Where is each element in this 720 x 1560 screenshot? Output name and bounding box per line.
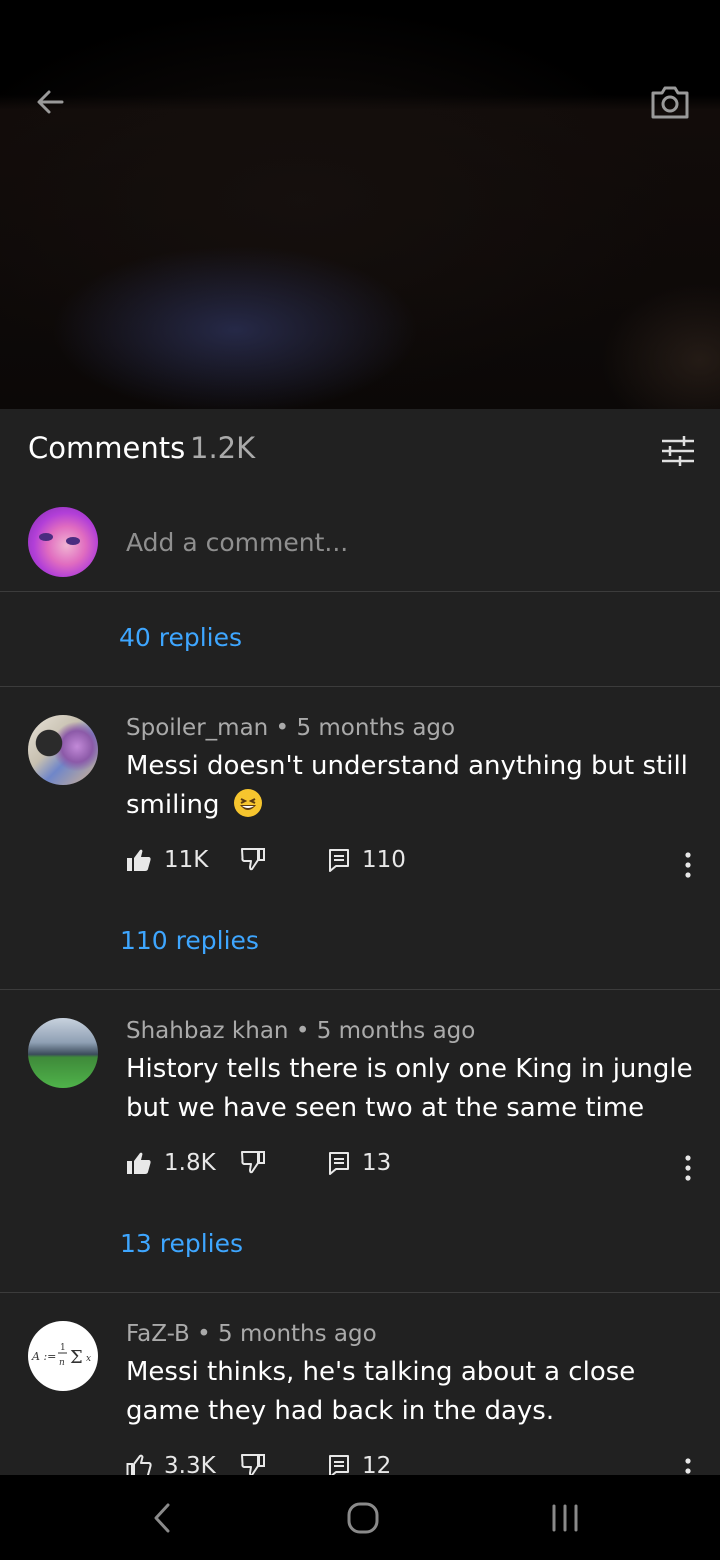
comments-header: Comments 1.2K — [0, 409, 720, 491]
reply-count: 12 — [362, 1453, 392, 1475]
meta-separator: • — [197, 1321, 211, 1347]
like-count: 1.8K — [164, 1150, 216, 1176]
comment-body: Messi doesn't understand anything but st… — [126, 751, 688, 820]
comment-text: Messi doesn't understand anything but st… — [126, 747, 696, 825]
reply-button[interactable]: 110 — [328, 847, 406, 873]
divider — [0, 989, 720, 990]
comment-meta: Shahbaz khan • 5 months ago — [126, 1018, 475, 1044]
comment-time: 5 months ago — [296, 715, 456, 741]
like-button[interactable]: 1.8K — [126, 1150, 216, 1176]
comment-meta: Spoiler_man • 5 months ago — [126, 715, 455, 741]
like-button[interactable]: 11K — [126, 847, 208, 873]
comment-item: Spoiler_man • 5 months ago Messi doesn't… — [0, 715, 720, 965]
svg-text:n: n — [59, 1358, 65, 1368]
author-name[interactable]: Shahbaz khan — [126, 1018, 289, 1044]
nav-home-icon — [347, 1502, 379, 1534]
comment-actions: 1.8K 13 — [0, 1150, 720, 1190]
more-vertical-icon — [685, 1458, 691, 1474]
meta-separator: • — [275, 715, 290, 741]
nav-home-button[interactable] — [338, 1493, 388, 1543]
author-name[interactable]: Spoiler_man — [126, 715, 268, 741]
arrow-back-icon — [37, 90, 64, 114]
comment-actions: 3.3K 12 — [0, 1453, 720, 1475]
nav-recents-icon — [552, 1504, 578, 1532]
author-avatar — [28, 1018, 98, 1088]
comment-time: 5 months ago — [316, 1018, 476, 1044]
svg-text:1: 1 — [60, 1343, 66, 1353]
view-replies-link[interactable]: 13 replies — [120, 1229, 243, 1258]
comment-text: History tells there is only one King in … — [126, 1054, 693, 1123]
more-vertical-icon — [685, 1155, 691, 1181]
nav-recents-button[interactable] — [540, 1493, 590, 1543]
filter-sliders-icon — [662, 436, 694, 466]
comment-icon — [329, 1455, 349, 1475]
svg-text:x: x — [86, 1354, 91, 1364]
dislike-button[interactable] — [240, 1453, 266, 1475]
grinning-squinting-face-icon — [233, 789, 262, 817]
reply-button[interactable]: 12 — [328, 1453, 391, 1475]
divider — [0, 1292, 720, 1293]
like-button[interactable]: 3.3K — [126, 1453, 216, 1475]
sort-filter-button[interactable] — [654, 427, 702, 475]
thumb-down-icon — [241, 1454, 265, 1475]
dislike-button[interactable] — [240, 1150, 266, 1174]
comment-actions: 11K 110 — [0, 847, 720, 887]
comment-meta: FaZ-B • 5 months ago — [126, 1321, 377, 1347]
thumb-down-icon — [241, 848, 265, 871]
thumb-up-icon — [126, 1454, 152, 1475]
comment-icon — [329, 849, 349, 872]
dislike-button[interactable] — [240, 847, 266, 871]
add-comment-row — [0, 491, 720, 592]
author-avatar — [28, 715, 98, 785]
thumb-down-icon — [241, 1151, 265, 1174]
view-replies-link[interactable]: 40 replies — [119, 623, 242, 652]
author-name[interactable]: FaZ-B — [126, 1321, 190, 1347]
comment-item: Shahbaz khan • 5 months ago History tell… — [0, 1018, 720, 1268]
system-navigation-bar — [0, 1475, 720, 1560]
more-vertical-icon — [685, 852, 691, 878]
comment-menu-button[interactable] — [668, 841, 708, 889]
nav-back-button[interactable] — [137, 1493, 187, 1543]
comment-text: Messi thinks, he's talking about a close… — [126, 1357, 636, 1426]
back-button[interactable] — [26, 78, 74, 126]
user-avatar — [28, 507, 98, 577]
comment-icon — [329, 1152, 349, 1175]
reply-count: 110 — [362, 847, 406, 873]
add-comment-input[interactable] — [110, 519, 670, 565]
view-replies-link[interactable]: 110 replies — [120, 926, 259, 955]
camera-icon — [651, 86, 689, 119]
author-avatar: A := 1 n Σ x — [28, 1321, 98, 1391]
reply-count: 13 — [362, 1150, 392, 1176]
svg-text:A :=: A := — [31, 1350, 56, 1363]
comments-count: 1.2K — [190, 431, 256, 465]
nav-back-icon — [154, 1503, 170, 1533]
comment-menu-button[interactable] — [668, 1447, 708, 1475]
like-count: 3.3K — [164, 1453, 216, 1475]
video-player[interactable] — [0, 0, 720, 409]
like-count: 11K — [164, 847, 209, 873]
comment-menu-button[interactable] — [668, 1144, 708, 1192]
comments-panel: Comments 1.2K 40 replies Spoiler_man • — [0, 409, 720, 1475]
thumb-up-icon — [127, 1152, 151, 1174]
meta-separator: • — [295, 1018, 310, 1044]
divider — [0, 686, 720, 687]
reply-button[interactable]: 13 — [328, 1150, 391, 1176]
screenshot-button[interactable] — [646, 78, 694, 126]
comments-title: Comments — [28, 431, 186, 465]
comment-item: A := 1 n Σ x FaZ-B • 5 months ago Messi … — [0, 1321, 720, 1475]
comment-time: 5 months ago — [218, 1321, 377, 1347]
svg-text:Σ: Σ — [70, 1347, 83, 1368]
thumb-up-icon — [127, 849, 151, 871]
